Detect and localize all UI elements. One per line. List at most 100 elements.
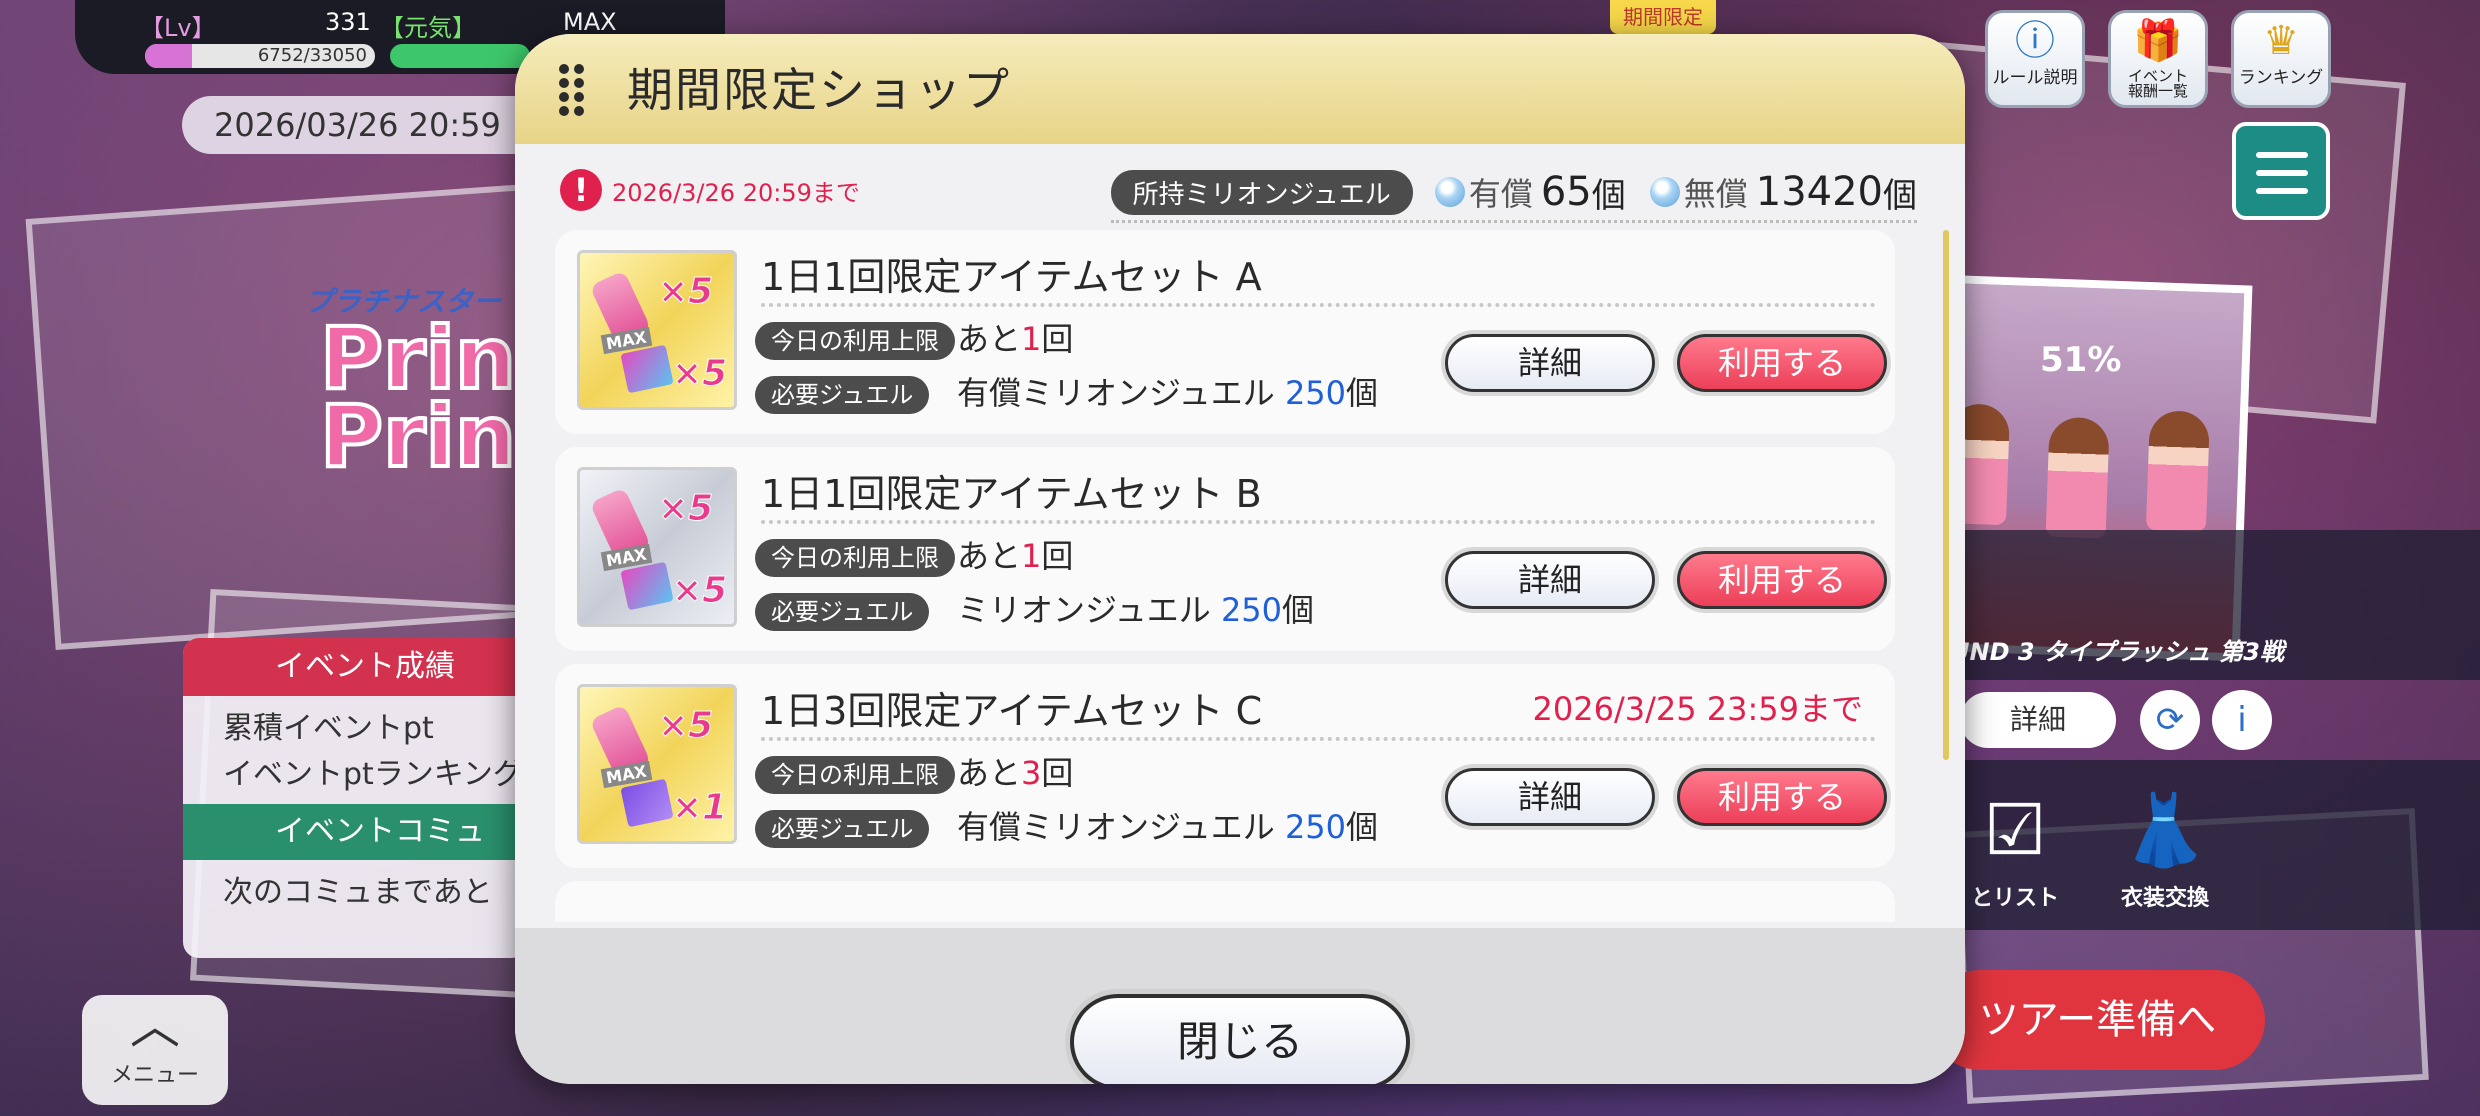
limited-shop-dialog: 期間限定ショップ ! 2026/3/26 20:59まで 所持ミリオンジュエル … — [515, 34, 1965, 1084]
free-jewel-unit: 個 — [1883, 175, 1917, 216]
event-results-header: イベント成績 — [183, 638, 528, 696]
thumb-quantity: ×5 — [671, 353, 728, 395]
shop-item-list[interactable]: MAX ×5 ×5 1日1回限定アイテムセット A 今日の利用上限 あと1回 必… — [555, 230, 1895, 922]
shop-item-row: MAX ×5 ×1 1日3回限定アイテムセット C 2026/3/25 23:5… — [555, 664, 1895, 868]
list-shortcut[interactable]: ☑ とリスト — [1960, 780, 2070, 920]
remaining-uses: あと1回 — [957, 320, 1074, 358]
jewel-cost: 有償ミリオンジュエル 250個 — [957, 374, 1379, 412]
stamina-label: 【元気】 — [380, 14, 476, 42]
warning-icon: ! — [560, 169, 602, 211]
exp-bar: 6752/33050 — [145, 44, 375, 68]
shop-deadline-text: 2026/3/26 20:59まで — [612, 178, 860, 207]
level-value: 331 — [325, 8, 371, 36]
info-icon[interactable]: i — [2212, 690, 2272, 750]
dress-exchange-label: 衣装交換 — [2120, 886, 2209, 911]
event-rewards-button[interactable]: 🎁 イベント 報酬一覧 — [2108, 10, 2208, 108]
hamburger-line — [2256, 170, 2308, 176]
detail-button[interactable]: 詳細 — [1445, 551, 1655, 609]
free-jewel-label: 無償 — [1683, 175, 1748, 213]
jewel-balance-label: 所持ミリオンジュエル — [1110, 169, 1413, 215]
item-deadline: 2026/3/25 23:59まで — [1532, 690, 1863, 728]
stamina-bar — [390, 44, 530, 68]
jewel-icon — [1649, 177, 1680, 207]
ranking-label: ランキング — [2238, 68, 2324, 88]
rule-explanation-button[interactable]: ⓘ ルール説明 — [1985, 10, 2085, 108]
character-figure — [2145, 410, 2211, 533]
ticket-icon — [620, 561, 674, 611]
detail-button[interactable]: 詳細 — [1445, 768, 1655, 826]
required-jewel-tag: 必要ジュエル — [755, 593, 930, 631]
tour-prep-button[interactable]: ツアー準備へ — [1930, 970, 2265, 1070]
exp-text: 6752/33050 — [257, 45, 367, 66]
usage-limit-tag: 今日の利用上限 — [755, 756, 955, 794]
limited-time-tag: 期間限定 — [1610, 0, 1716, 34]
hamburger-line — [2256, 152, 2308, 158]
usage-limit-tag: 今日の利用上限 — [755, 322, 955, 360]
main-menu-button[interactable]: ︿ メニュー — [82, 995, 228, 1105]
item-set-thumbnail: MAX ×5 ×5 — [577, 467, 737, 627]
chevron-up-icon: ︿ — [130, 997, 180, 1055]
cumulative-pt-label: 累積イベントpt — [223, 711, 434, 746]
required-jewel-tag: 必要ジュエル — [755, 810, 930, 848]
menu-label: メニュー — [110, 1063, 199, 1088]
rule-explanation-label: ルール説明 — [1992, 68, 2078, 88]
shop-item-row: MAX ×5 ×5 1日1回限定アイテムセット A 今日の利用上限 あと1回 必… — [555, 230, 1895, 434]
required-jewel-tag: 必要ジュエル — [755, 376, 930, 414]
item-name: 1日1回限定アイテムセット B — [761, 463, 1876, 524]
shop-item-row — [555, 881, 1895, 922]
jewel-cost: ミリオンジュエル 250個 — [957, 591, 1315, 629]
thumb-quantity: ×5 — [657, 705, 714, 747]
usage-limit-tag: 今日の利用上限 — [755, 539, 955, 577]
jewel-cost: 有償ミリオンジュエル 250個 — [957, 808, 1379, 846]
list-shortcut-label: とリスト — [1970, 886, 2059, 911]
item-set-thumbnail: MAX ×5 ×1 — [577, 684, 737, 844]
paid-jewel-unit: 個 — [1591, 175, 1626, 216]
remaining-uses: あと3回 — [957, 754, 1074, 792]
item-set-thumbnail: MAX ×5 ×5 — [577, 250, 737, 410]
event-commu-header[interactable]: イベントコミュ — [183, 804, 528, 860]
thumb-quantity: ×1 — [671, 787, 728, 829]
info-icon: ⓘ — [2015, 18, 2055, 64]
dialog-header: 期間限定ショップ — [515, 34, 1965, 144]
ranking-button[interactable]: ♛ ランキング — [2231, 10, 2331, 108]
refresh-icon[interactable]: ⟳ — [2140, 690, 2200, 750]
use-button[interactable]: 利用する — [1677, 551, 1887, 609]
use-button[interactable]: 利用する — [1677, 768, 1887, 826]
checklist-icon: ☑ — [1983, 789, 2047, 871]
paid-jewel-count: 65 — [1540, 169, 1592, 215]
gift-icon: 🎁 — [2133, 18, 2183, 64]
current-datetime: 2026/03/26 20:59 — [182, 96, 542, 154]
close-button[interactable]: 閉じる — [1070, 994, 1410, 1084]
shop-deadline: ! 2026/3/26 20:59まで — [560, 168, 860, 212]
paid-jewel-label: 有償 — [1468, 175, 1533, 213]
event-rewards-label: イベント 報酬一覧 — [2127, 67, 2188, 100]
thumb-quantity: ×5 — [657, 271, 714, 313]
drag-handle-icon[interactable] — [559, 64, 585, 116]
hamburger-line — [2256, 188, 2308, 194]
list-scrollbar[interactable] — [1943, 230, 1949, 760]
character-figure — [2045, 416, 2110, 539]
detail-button[interactable]: 詳細 — [1445, 334, 1655, 392]
dress-icon: 👗 — [2121, 789, 2209, 871]
event-results-panel: イベント成績 累積イベントpt イベントptランキング イベントコミュ 次のコミ… — [183, 638, 528, 958]
round-detail-button[interactable]: 詳細 — [1960, 692, 2116, 748]
crown-icon: ♛ — [2263, 18, 2299, 64]
remaining-uses: あと1回 — [957, 537, 1074, 575]
jewel-icon — [1434, 177, 1465, 207]
live-ticket-icon — [620, 778, 674, 828]
next-commu-label: 次のコミュまであと — [223, 875, 493, 910]
use-button[interactable]: 利用する — [1677, 334, 1887, 392]
item-name: 1日1回限定アイテムセット A — [761, 246, 1876, 307]
shop-item-row: MAX ×5 ×5 1日1回限定アイテムセット B 今日の利用上限 あと1回 必… — [555, 447, 1895, 651]
round-info: UND 3 タイプラッシュ 第3戦 — [1950, 638, 2284, 666]
dress-exchange-shortcut[interactable]: 👗 衣装交換 — [2100, 780, 2230, 920]
progress-percent: 51% — [2040, 340, 2122, 380]
stamina-max: MAX — [563, 8, 617, 36]
level-label: 【Lv】 — [140, 14, 216, 42]
dialog-title: 期間限定ショップ — [627, 63, 1011, 117]
thumb-quantity: ×5 — [657, 488, 714, 530]
exp-bar-fill — [145, 44, 192, 68]
pt-ranking-label: イベントptランキング — [223, 757, 523, 792]
ticket-icon — [620, 344, 674, 394]
hamburger-menu-button[interactable] — [2232, 122, 2330, 220]
